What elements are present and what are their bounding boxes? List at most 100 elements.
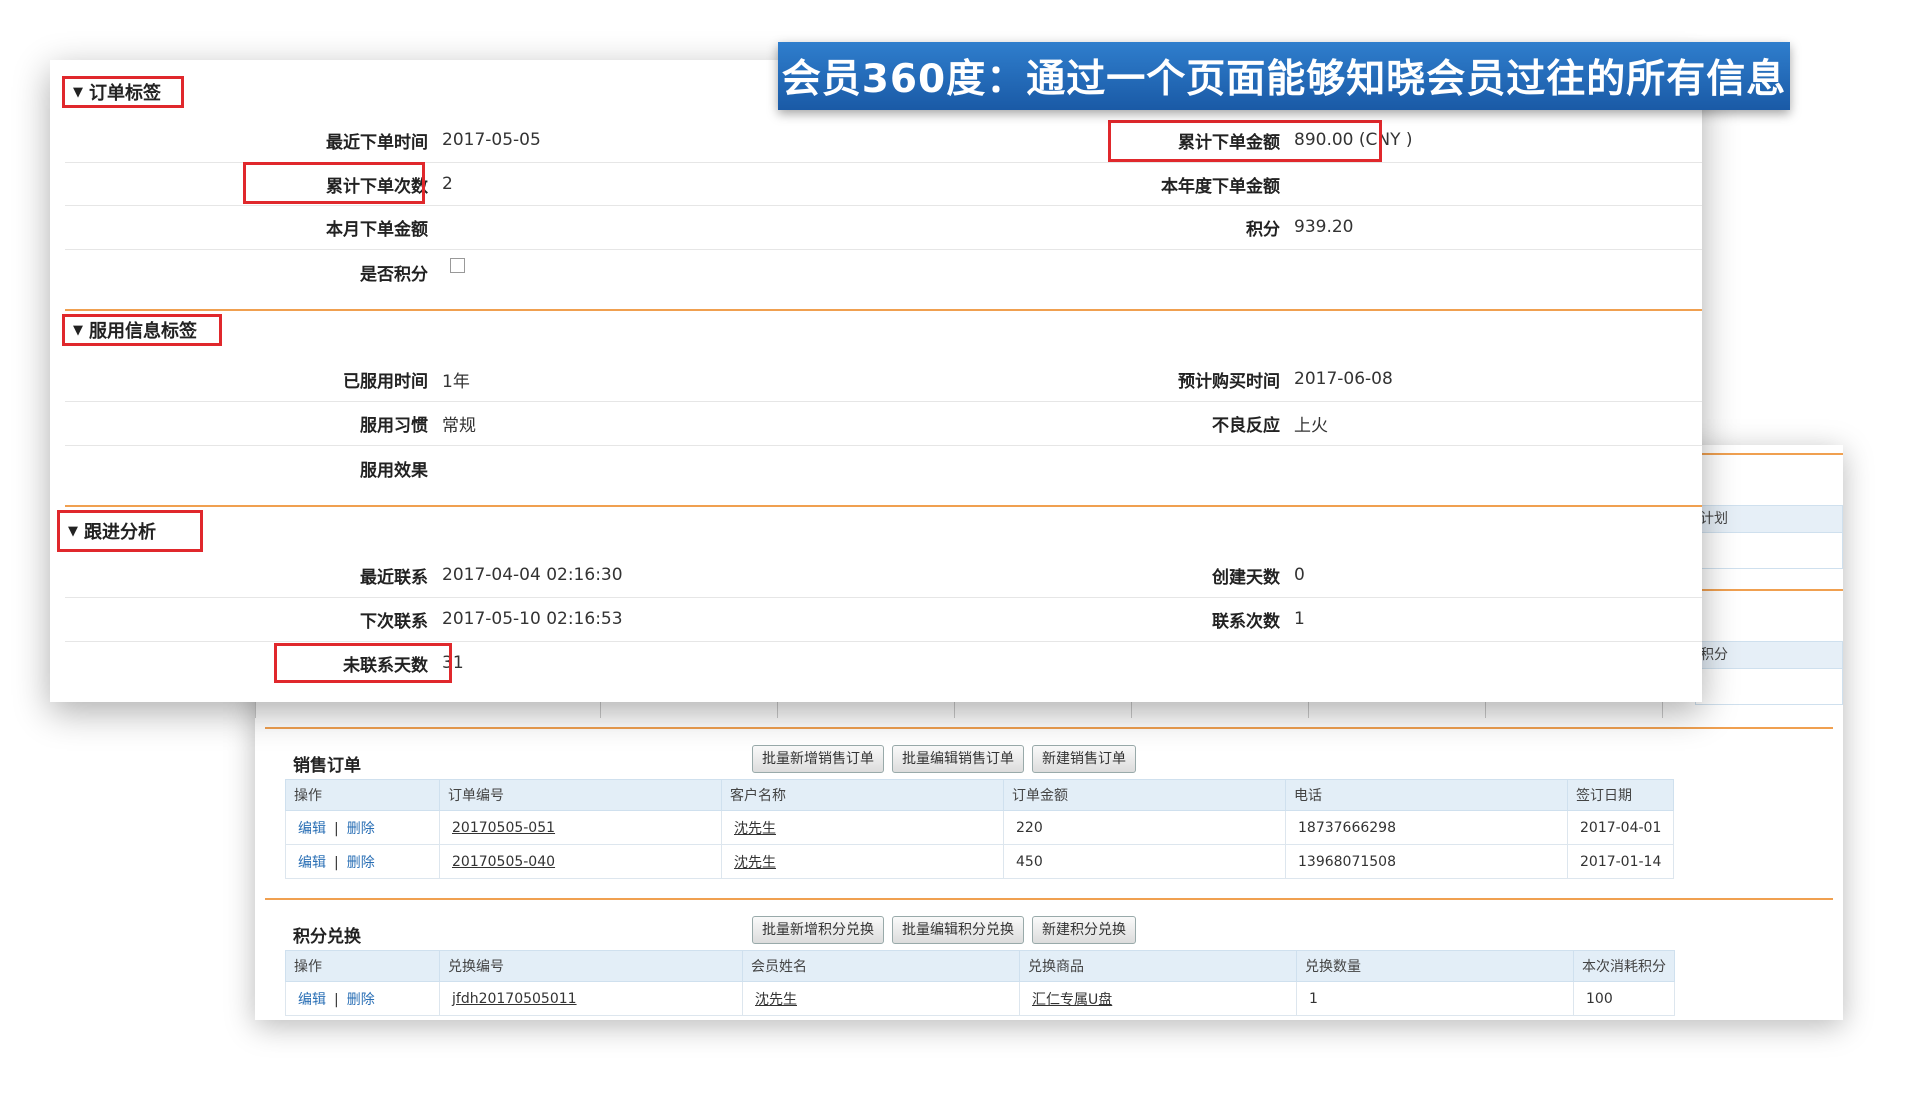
member-cell: 沈先生 <box>742 981 1020 1016</box>
batch-edit-sales-order-button[interactable]: 批量编辑销售订单 <box>892 745 1024 773</box>
points-exchange-section: 积分兑换 批量新增积分兑换 批量编辑积分兑换 新建积分兑换 操作 兑换编号 会员… <box>265 898 1833 1016</box>
order-tag-header[interactable]: ▼ 订单标签 <box>62 76 184 108</box>
new-points-exchange-button[interactable]: 新建积分兑换 <box>1032 916 1136 944</box>
column-header: 客户名称 <box>721 779 1004 811</box>
field-value: 上火 <box>1294 415 1328 436</box>
points-exchange-title: 积分兑换 <box>293 927 361 947</box>
field-contact-count: 联系次数 1 <box>1110 606 1305 632</box>
column-header: 本次消耗积分 <box>1573 950 1675 982</box>
order-tag-title: 订单标签 <box>89 83 161 104</box>
field-used-time: 已服用时间 1年 <box>260 366 470 392</box>
delete-link[interactable]: 删除 <box>347 992 375 1008</box>
edit-link[interactable]: 编辑 <box>298 821 326 837</box>
field-value: 2017-05-10 02:16:53 <box>442 609 623 629</box>
amount-cell: 220 <box>1003 810 1286 845</box>
section-divider <box>65 309 1702 311</box>
field-value: 2017-05-05 <box>442 130 541 150</box>
peek-grid-lines <box>255 702 1663 718</box>
field-label: 本月下单金额 <box>326 219 428 240</box>
field-habit: 服用习惯 常规 <box>260 410 476 436</box>
column-header: 订单编号 <box>439 779 722 811</box>
table-row: 编辑 | 删除 20170505-040 沈先生 450 13968071508 2… <box>285 844 1675 879</box>
row-actions: 编辑 | 删除 <box>285 844 440 879</box>
field-label: 服用习惯 <box>360 415 428 436</box>
sales-order-section: 销售订单 批量新增销售订单 批量编辑销售订单 新建销售订单 操作 订单编号 客户… <box>265 727 1833 879</box>
date-cell: 2017-04-01 <box>1566 810 1675 845</box>
field-label: 下次联系 <box>360 611 428 632</box>
member-link[interactable]: 沈先生 <box>755 992 797 1008</box>
highlight-box <box>243 162 425 204</box>
field-label: 积分 <box>1246 219 1280 240</box>
row-divider <box>65 597 1702 598</box>
order-number-link[interactable]: 20170505-051 <box>452 820 555 836</box>
field-is-points: 是否积分 <box>260 257 465 285</box>
field-year-amount: 本年度下单金额 <box>1110 171 1294 197</box>
edit-link[interactable]: 编辑 <box>298 992 326 1008</box>
column-header: 兑换商品 <box>1019 950 1297 982</box>
row-actions: 编辑 | 删除 <box>285 981 440 1016</box>
exchange-number-cell: jfdh20170505011 <box>439 981 743 1016</box>
usage-tag-header[interactable]: ▼ 服用信息标签 <box>62 314 222 346</box>
field-label: 已服用时间 <box>343 371 428 392</box>
field-expected-purchase: 预计购买时间 2017-06-08 <box>1110 366 1393 392</box>
customer-link[interactable]: 沈先生 <box>734 855 776 871</box>
field-label: 预计购买时间 <box>1178 371 1280 392</box>
table-header-row: 操作 兑换编号 会员姓名 兑换商品 兑换数量 本次消耗积分 <box>285 950 1675 982</box>
amount-cell: 450 <box>1003 844 1286 879</box>
field-next-contact: 下次联系 2017-05-10 02:16:53 <box>260 606 623 632</box>
quantity-cell: 1 <box>1296 981 1574 1016</box>
phone-cell: 18737666298 <box>1285 810 1568 845</box>
column-header: 签订日期 <box>1566 779 1675 811</box>
edit-link[interactable]: 编辑 <box>298 855 326 871</box>
product-cell: 汇仁专属U盘 <box>1019 981 1297 1016</box>
batch-add-sales-order-button[interactable]: 批量新增销售订单 <box>752 745 884 773</box>
table-row: 编辑 | 删除 jfdh20170505011 沈先生 汇仁专属U盘 1 100 <box>285 981 1675 1016</box>
points-exchange-toolbar: 批量新增积分兑换 批量编辑积分兑换 新建积分兑换 <box>752 916 1136 944</box>
delete-link[interactable]: 删除 <box>347 855 375 871</box>
customer-link[interactable]: 沈先生 <box>734 821 776 837</box>
row-divider <box>65 249 1702 250</box>
collapse-triangle-icon: ▼ <box>73 84 83 100</box>
delete-link[interactable]: 删除 <box>347 821 375 837</box>
collapse-triangle-icon: ▼ <box>73 322 83 338</box>
peek-plan-header: 计划 <box>1696 506 1842 533</box>
table-header-row: 操作 订单编号 客户名称 订单金额 电话 签订日期 <box>285 779 1675 811</box>
batch-add-points-exchange-button[interactable]: 批量新增积分兑换 <box>752 916 884 944</box>
row-divider <box>65 445 1702 446</box>
field-value: 2017-06-08 <box>1294 369 1393 389</box>
field-points: 积分 939.20 <box>1110 214 1353 240</box>
member-tags-panel: ▼ 订单标签 最近下单时间 2017-05-05 累计下单金额 890.00 (… <box>50 60 1702 702</box>
batch-edit-points-exchange-button[interactable]: 批量编辑积分兑换 <box>892 916 1024 944</box>
order-number-cell: 20170505-040 <box>439 844 722 879</box>
exchange-number-link[interactable]: jfdh20170505011 <box>452 991 577 1007</box>
order-number-link[interactable]: 20170505-040 <box>452 854 555 870</box>
phone-cell: 13968071508 <box>1285 844 1568 879</box>
field-value: 0 <box>1294 565 1305 585</box>
order-number-cell: 20170505-051 <box>439 810 722 845</box>
sales-order-title: 销售订单 <box>293 756 361 776</box>
column-header: 操作 <box>285 779 440 811</box>
usage-tag-title: 服用信息标签 <box>89 321 197 342</box>
field-label: 是否积分 <box>360 264 428 285</box>
column-header: 电话 <box>1285 779 1568 811</box>
product-link[interactable]: 汇仁专属U盘 <box>1032 992 1112 1008</box>
customer-cell: 沈先生 <box>721 844 1004 879</box>
field-label: 最近联系 <box>360 567 428 588</box>
field-side-effect: 不良反应 上火 <box>1110 410 1328 436</box>
highlight-box <box>274 643 452 683</box>
sales-order-table: 操作 订单编号 客户名称 订单金额 电话 签订日期 编辑 | 删除 20170505… <box>285 779 1675 879</box>
peek-points-header: 积分 <box>1696 642 1842 669</box>
peek-plan-box: 计划 <box>1695 505 1843 569</box>
row-divider <box>65 641 1702 642</box>
new-sales-order-button[interactable]: 新建销售订单 <box>1032 745 1136 773</box>
is-points-checkbox[interactable] <box>450 257 465 273</box>
section-divider <box>65 505 1702 507</box>
follow-tag-header[interactable]: ▼ 跟进分析 <box>57 510 203 552</box>
column-header: 订单金额 <box>1003 779 1286 811</box>
field-label: 本年度下单金额 <box>1161 176 1280 197</box>
sales-order-toolbar: 批量新增销售订单 批量编辑销售订单 新建销售订单 <box>752 745 1136 773</box>
column-header: 兑换数量 <box>1296 950 1574 982</box>
field-label: 创建天数 <box>1212 567 1280 588</box>
field-value: 1年 <box>442 371 470 392</box>
column-header: 兑换编号 <box>439 950 743 982</box>
